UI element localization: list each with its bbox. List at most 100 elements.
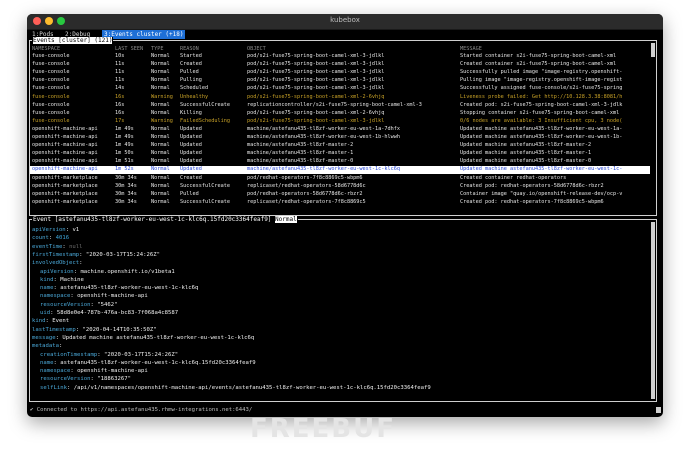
event-cell-message: Pulling image "image-registry.openshift-… xyxy=(460,77,623,84)
events-table-panel[interactable]: Events [cluster] (121) NAMESPACE LAST SE… xyxy=(29,37,657,216)
event-row[interactable]: openshift-machine-api 1m 49s Normal Updated… xyxy=(30,134,650,141)
event-cell-last-seen: 1m 49s xyxy=(115,125,134,132)
event-cell-last-seen: 30m 34s xyxy=(115,174,137,181)
event-type-badge: Normal xyxy=(275,216,297,223)
column-header-message: MESSAGE xyxy=(460,46,482,52)
event-cell-namespace: openshift-machine-api xyxy=(32,142,98,149)
event-cell-type: Normal xyxy=(151,174,170,181)
events-scrollbar[interactable] xyxy=(651,43,655,213)
yaml-key: count xyxy=(32,235,49,242)
event-cell-type: Normal xyxy=(151,134,170,140)
event-cell-type: Normal xyxy=(151,166,170,173)
event-cell-type: Warning xyxy=(151,93,173,100)
event-cell-namespace: openshift-marketplace xyxy=(32,190,98,197)
event-row[interactable]: openshift-machine-api 1m 49s Normal Updated… xyxy=(30,142,650,149)
event-row[interactable]: openshift-marketplace 30m 34s Normal Pulled… xyxy=(30,191,650,198)
event-cell-message: Updated machine astefanu435-tl8zf-worker… xyxy=(460,125,623,132)
column-header-object: OBJECT xyxy=(247,46,266,52)
event-row[interactable]: openshift-machine-api 1m 50s Normal Updated… xyxy=(30,150,650,157)
event-cell-object: pod/redhat-operators-58d6778d6c-rbzr2 xyxy=(247,190,363,197)
event-cell-reason: Created xyxy=(180,61,202,68)
event-cell-object: pod/s2i-fuse75-spring-boot-camel-xml-3-j… xyxy=(247,85,385,92)
event-cell-reason: Updated xyxy=(180,158,202,165)
event-cell-message: Created pod: s2i-fuse75-spring-boot-came… xyxy=(460,101,623,108)
event-cell-last-seen: 11s xyxy=(115,77,125,84)
event-row[interactable]: fuse-console 11s Normal Pulling pod/s2i-fuse… xyxy=(30,77,650,84)
event-cell-object: pod/s2i-fuse75-spring-boot-camel-xml-3-j… xyxy=(247,69,385,76)
yaml-key: apiVersion xyxy=(32,227,66,233)
status-indicator xyxy=(656,407,661,413)
event-row[interactable]: fuse-console 11s Normal Pulled pod/s2i-fuse7… xyxy=(30,69,650,76)
event-row[interactable]: fuse-console 10s Normal Started pod/s2i-fuse… xyxy=(30,53,650,60)
event-detail-panel[interactable]: Event [astefanu435-tl8zf-worker-eu-west-… xyxy=(29,216,657,402)
events-scrollbar-thumb[interactable] xyxy=(651,43,655,57)
yaml-key: message xyxy=(32,334,56,341)
events-table-header: NAMESPACE LAST SEEN TYPE REASON OBJECT M… xyxy=(30,46,650,53)
event-cell-message: 0/6 nodes are available: 3 Insufficient … xyxy=(460,117,623,124)
event-cell-type: Normal xyxy=(151,158,170,165)
event-cell-reason: Pulling xyxy=(180,77,202,84)
yaml-line: kind: Machine xyxy=(40,276,84,283)
event-detail-title: Event [astefanu435-tl8zf-worker-eu-west-… xyxy=(32,216,298,223)
event-cell-object: pod/s2i-fuse75-spring-boot-camel-xml-3-j… xyxy=(247,77,385,84)
event-cell-object: machine/astefanu435-tl8zf-worker-eu-west… xyxy=(247,134,401,140)
event-cell-namespace: fuse-console xyxy=(32,77,70,84)
event-cell-message: Created pod: redhat-operators-58d6778d6c… xyxy=(460,182,604,189)
event-row-selected[interactable]: openshift-machine-api 1m 52s Normal Updated… xyxy=(30,166,650,174)
event-cell-last-seen: 10s xyxy=(115,53,125,59)
event-cell-reason: Updated xyxy=(180,125,202,132)
event-row[interactable]: openshift-machine-api 1m 51s Normal Updated… xyxy=(30,158,650,165)
event-cell-namespace: fuse-console xyxy=(32,101,70,108)
event-row[interactable]: fuse-console 17s Warning FailedScheduling po… xyxy=(30,118,650,125)
event-cell-reason: Updated xyxy=(180,166,202,173)
event-cell-last-seen: 1m 49s xyxy=(115,142,134,149)
yaml-value: "2020-03-17T15:24:26Z" xyxy=(85,251,160,258)
event-cell-object: machine/astefanu435-tl8zf-master-1 xyxy=(247,150,354,157)
title-bar: kubebox xyxy=(27,14,663,30)
event-cell-type: Normal xyxy=(151,61,170,68)
yaml-value: Updated machine astefanu435-tl8zf-worker… xyxy=(62,334,255,341)
event-cell-namespace: fuse-console xyxy=(32,109,70,116)
detail-scrollbar-thumb[interactable] xyxy=(651,222,655,399)
event-cell-type: Normal xyxy=(151,85,170,92)
column-header-reason: REASON xyxy=(180,46,199,52)
yaml-value: openshift-machine-api xyxy=(77,293,148,300)
yaml-value: null xyxy=(69,243,83,250)
yaml-line: namespace: openshift-machine-api xyxy=(40,368,148,375)
tab-events-cluster[interactable]: 3:Events cluster (+18) xyxy=(102,30,186,39)
yaml-key: name xyxy=(40,285,54,292)
yaml-line: apiVersion: machine.openshift.io/v1beta1 xyxy=(40,268,175,275)
event-cell-type: Normal xyxy=(151,101,170,108)
yaml-line: count: 4016 xyxy=(32,235,70,242)
event-cell-namespace: openshift-machine-api xyxy=(32,166,98,173)
event-row[interactable]: openshift-marketplace 30m 34s Normal Succes… xyxy=(30,183,650,190)
event-row[interactable]: fuse-console 16s Normal SuccessfulCreate rep… xyxy=(30,102,650,109)
event-cell-message: Created container s2i-fuse75-spring-boot… xyxy=(460,61,617,68)
yaml-key: name xyxy=(40,359,54,366)
event-cell-namespace: openshift-machine-api xyxy=(32,150,98,157)
event-row[interactable]: openshift-marketplace 30m 34s Normal Succes… xyxy=(30,199,650,206)
event-cell-message: Successfully assigned fuse-console/s2i-f… xyxy=(460,85,623,92)
event-cell-type: Normal xyxy=(151,142,170,149)
event-row[interactable]: fuse-console 16s Normal Killing pod/s2i-fuse… xyxy=(30,110,650,117)
event-cell-message: Created pod: redhat-operators-7f8c8869c5… xyxy=(460,198,604,205)
yaml-value: "2020-03-17T15:24:26Z" xyxy=(104,351,179,358)
event-cell-object: replicaset/redhat-operators-58d6778d6c xyxy=(247,182,366,189)
event-row[interactable]: fuse-console 11s Normal Created pod/s2i-fuse… xyxy=(30,61,650,68)
event-row[interactable]: openshift-marketplace 30m 34s Normal Create… xyxy=(30,175,650,182)
detail-scrollbar[interactable] xyxy=(651,222,655,399)
event-cell-message: Updated machine astefanu435-tl8zf-worker… xyxy=(460,166,623,173)
event-row[interactable]: fuse-console 14s Normal Scheduled pod/s2i-fu… xyxy=(30,85,650,92)
event-cell-message: Liveness probe failed: Get http://10.128… xyxy=(460,93,623,100)
event-cell-type: Normal xyxy=(151,125,170,132)
event-cell-reason: SuccessfulCreate xyxy=(180,101,230,108)
event-cell-reason: Updated xyxy=(180,150,202,157)
event-row[interactable]: openshift-machine-api 1m 49s Normal Updated… xyxy=(30,126,650,133)
event-cell-last-seen: 1m 50s xyxy=(115,150,134,157)
yaml-line: metadata: xyxy=(32,343,63,350)
event-cell-last-seen: 11s xyxy=(115,69,125,76)
event-cell-reason: Updated xyxy=(180,142,202,149)
event-cell-object: machine/astefanu435-tl8zf-master-0 xyxy=(247,158,354,165)
event-row[interactable]: fuse-console 16s Warning Unhealthy pod/s2i-f… xyxy=(30,94,650,101)
event-cell-reason: Pulled xyxy=(180,69,199,76)
